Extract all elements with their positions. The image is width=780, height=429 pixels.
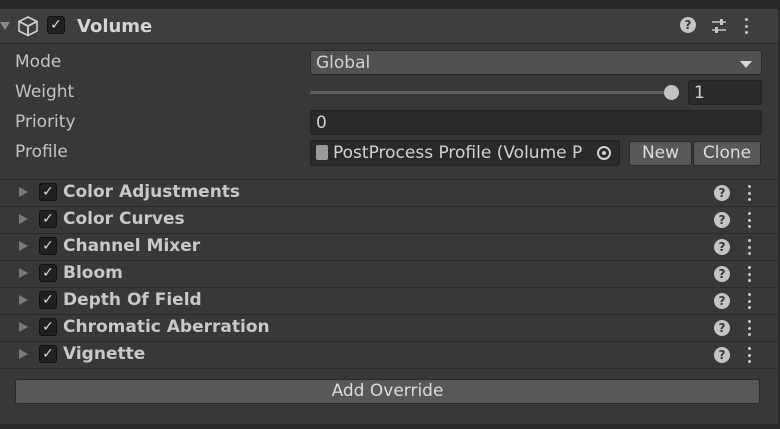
override-enabled-checkbox[interactable]: ✓ [39, 264, 57, 282]
override-row-channel-mixer[interactable]: ✓ Channel Mixer ? [0, 233, 780, 260]
chevron-down-icon [740, 61, 752, 68]
new-profile-button[interactable]: New [629, 141, 692, 166]
override-label: Channel Mixer [63, 236, 201, 256]
override-row-bloom[interactable]: ✓ Bloom ? [0, 260, 780, 287]
clone-profile-button[interactable]: Clone [693, 141, 761, 166]
weight-slider-thumb[interactable] [664, 85, 679, 100]
weight-field[interactable]: 1 [688, 80, 762, 105]
top-divider [0, 0, 780, 9]
kebab-menu-icon[interactable] [745, 211, 753, 229]
override-row-vignette[interactable]: ✓ Vignette ? [0, 341, 780, 369]
override-label: Color Adjustments [63, 182, 241, 202]
help-icon[interactable]: ? [714, 320, 730, 336]
help-icon[interactable]: ? [714, 212, 730, 228]
mode-dropdown[interactable]: Global [310, 50, 762, 75]
override-enabled-checkbox[interactable]: ✓ [39, 318, 57, 336]
override-row-chromatic-aberration[interactable]: ✓ Chromatic Aberration ? [0, 314, 780, 341]
component-header[interactable]: ✓ Volume ? [0, 9, 780, 44]
kebab-menu-icon[interactable] [745, 265, 753, 283]
override-enabled-checkbox[interactable]: ✓ [39, 237, 57, 255]
help-icon[interactable]: ? [714, 347, 730, 363]
foldout-arrow-icon[interactable] [19, 214, 28, 224]
foldout-arrow-icon[interactable] [19, 349, 28, 359]
priority-field[interactable]: 0 [310, 110, 762, 135]
mode-label: Mode [15, 52, 62, 72]
object-picker-icon[interactable] [597, 146, 611, 160]
kebab-menu-icon[interactable] [742, 17, 750, 35]
profile-value: PostProcess Profile (Volume P [333, 143, 583, 163]
override-row-color-adjustments[interactable]: ✓ Color Adjustments ? [0, 179, 780, 206]
mode-value: Global [316, 53, 371, 73]
cube-icon [18, 16, 38, 37]
component-title: Volume [77, 16, 153, 37]
override-label: Depth Of Field [63, 290, 202, 310]
help-icon[interactable]: ? [680, 17, 696, 33]
weight-slider-track[interactable] [310, 91, 675, 94]
profile-asset-icon [316, 145, 328, 160]
weight-label: Weight [15, 82, 75, 102]
profile-label: Profile [15, 142, 68, 162]
kebab-menu-icon[interactable] [745, 184, 753, 202]
override-row-color-curves[interactable]: ✓ Color Curves ? [0, 206, 780, 233]
override-label: Bloom [63, 263, 123, 283]
kebab-menu-icon[interactable] [745, 292, 753, 310]
override-enabled-checkbox[interactable]: ✓ [39, 291, 57, 309]
foldout-arrow-icon[interactable] [19, 241, 28, 251]
kebab-menu-icon[interactable] [745, 319, 753, 337]
kebab-menu-icon[interactable] [745, 238, 753, 256]
add-override-button[interactable]: Add Override [15, 379, 760, 404]
bottom-divider [0, 424, 780, 429]
override-label: Chromatic Aberration [63, 317, 270, 337]
override-label: Vignette [63, 344, 146, 364]
foldout-arrow-icon[interactable] [19, 268, 28, 278]
override-enabled-checkbox[interactable]: ✓ [39, 345, 57, 363]
override-label: Color Curves [63, 209, 185, 229]
profile-object-field[interactable]: PostProcess Profile (Volume P [310, 140, 620, 166]
component-enabled-checkbox[interactable]: ✓ [47, 16, 65, 34]
help-icon[interactable]: ? [714, 185, 730, 201]
help-icon[interactable]: ? [714, 239, 730, 255]
foldout-arrow-icon[interactable] [19, 187, 28, 197]
override-enabled-checkbox[interactable]: ✓ [39, 210, 57, 228]
override-enabled-checkbox[interactable]: ✓ [39, 183, 57, 201]
help-icon[interactable]: ? [714, 293, 730, 309]
override-row-depth-of-field[interactable]: ✓ Depth Of Field ? [0, 287, 780, 314]
help-icon[interactable]: ? [714, 266, 730, 282]
presets-icon[interactable] [710, 17, 728, 35]
kebab-menu-icon[interactable] [745, 346, 753, 364]
foldout-arrow-icon[interactable] [19, 322, 28, 332]
foldout-arrow-icon[interactable] [0, 22, 10, 30]
priority-label: Priority [15, 112, 76, 132]
foldout-arrow-icon[interactable] [19, 295, 28, 305]
